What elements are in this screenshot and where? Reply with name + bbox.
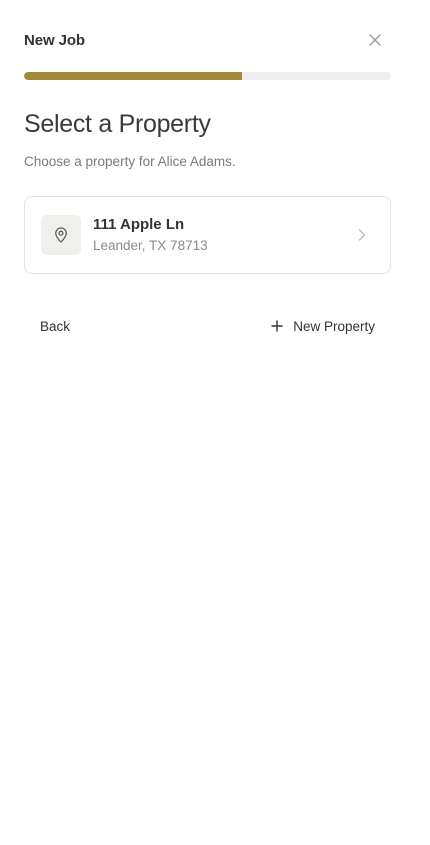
- new-job-modal: New Job Select a Property Choose a prope…: [0, 0, 430, 845]
- close-button[interactable]: [363, 28, 387, 52]
- progress-bar-fill: [24, 72, 243, 80]
- property-street: 111 Apple Ln: [93, 216, 185, 233]
- close-icon: [369, 34, 381, 46]
- progress-bar: [24, 72, 391, 80]
- page-subtitle: Choose a property for Alice Adams.: [24, 154, 236, 169]
- new-property-button[interactable]: New Property: [255, 310, 391, 342]
- chevron-right-icon: [354, 227, 370, 243]
- back-button-label: Back: [40, 318, 71, 334]
- property-city-line: Leander, TX 78713: [93, 238, 208, 253]
- property-icon-box: [41, 215, 81, 255]
- modal-title: New Job: [24, 31, 85, 49]
- new-property-label: New Property: [293, 318, 375, 334]
- plus-icon: [271, 320, 283, 332]
- location-pin-icon: [55, 227, 67, 243]
- back-button[interactable]: Back: [24, 310, 86, 342]
- page-title: Select a Property: [24, 110, 211, 138]
- modal-header: New Job: [24, 28, 391, 52]
- property-details: 111 Apple Ln Leander, TX 78713: [93, 215, 354, 255]
- footer-actions: Back New Property: [24, 310, 391, 342]
- property-card[interactable]: 111 Apple Ln Leander, TX 78713: [24, 196, 391, 274]
